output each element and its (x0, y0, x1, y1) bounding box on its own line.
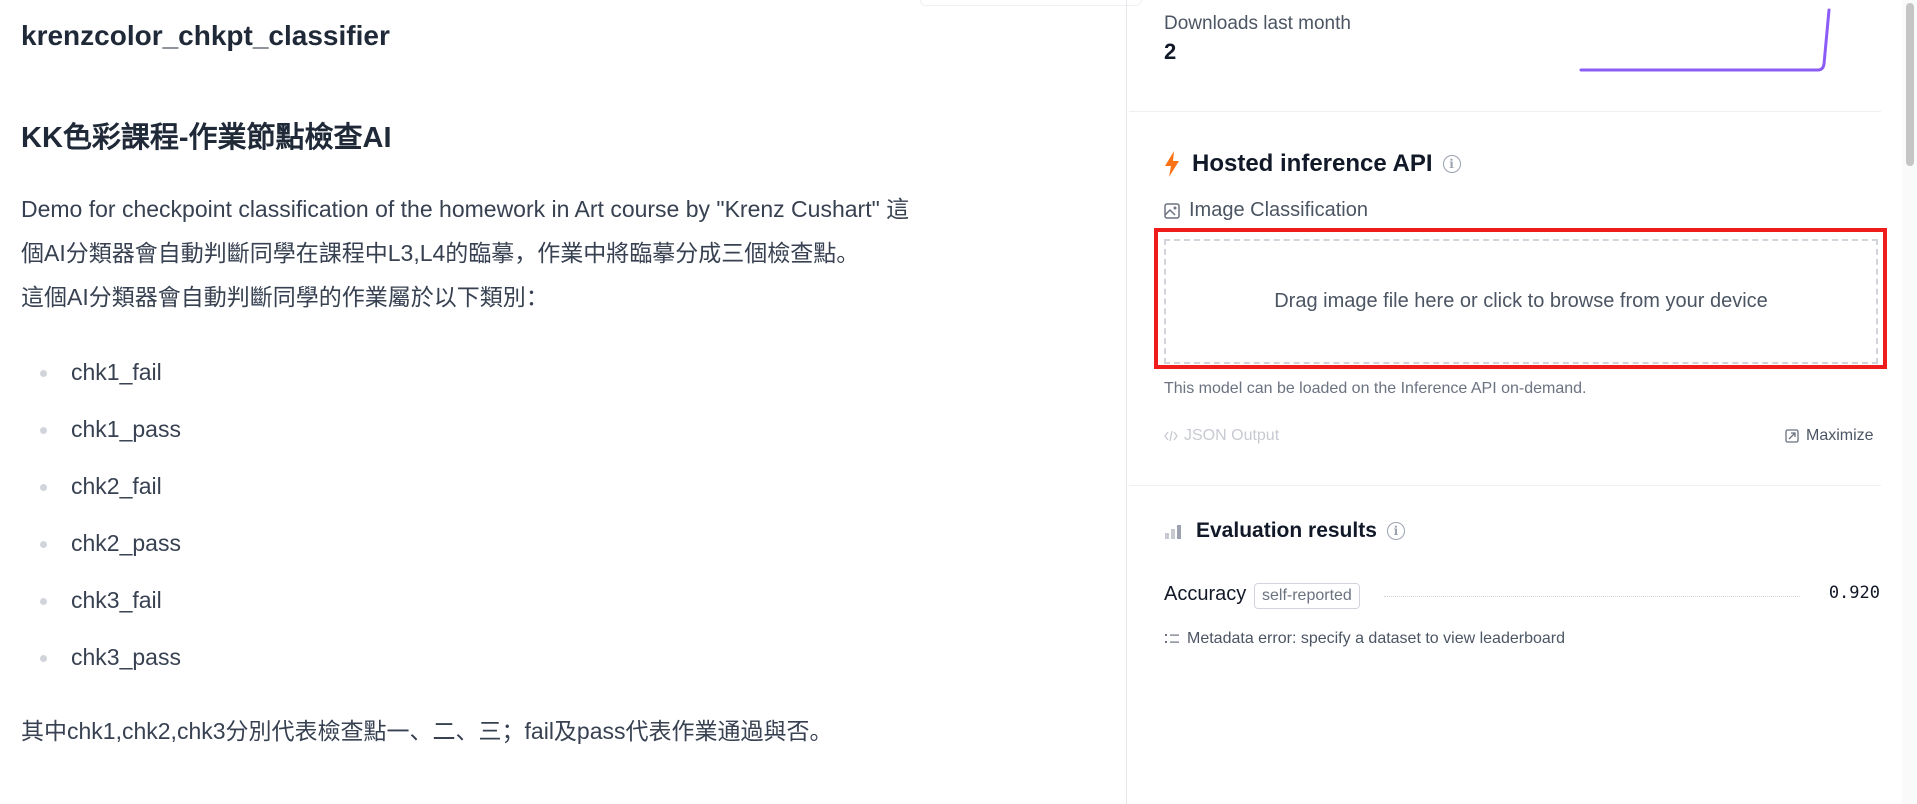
list-item: chk3_fail (0, 576, 181, 633)
bar-chart-icon (1165, 525, 1181, 539)
evaluation-header: Evaluation results i (1164, 519, 1405, 543)
json-output-label: JSON Output (1184, 427, 1280, 444)
description-line: 個AI分類器會自動判斷同學在課程中L3,L4的臨摹，作業中將臨摹分成三個檢查點。 (21, 240, 860, 266)
metric-name: Accuracy (1164, 583, 1247, 605)
image-classification-icon (1164, 202, 1180, 219)
self-reported-badge: self-reported (1254, 583, 1360, 609)
evaluation-title: Evaluation results (1196, 519, 1377, 542)
info-icon[interactable]: i (1386, 522, 1405, 540)
task-label: Image Classification (1189, 199, 1368, 221)
inference-title: Hosted inference API (1192, 150, 1433, 177)
metric-row: Accuracy self-reported 0.920 (1164, 583, 1880, 609)
class-label: chk3_fail (71, 587, 162, 613)
metric-value: 0.920 (1828, 583, 1880, 603)
model-card: krenzcolor_chkpt_classifier KK色彩課程-作業節點檢… (0, 0, 1126, 804)
top-panel-edge (920, 0, 1142, 6)
maximize-button[interactable]: Maximize (1785, 427, 1874, 445)
class-label: chk1_fail (71, 359, 162, 385)
bullet (40, 655, 47, 662)
readme-heading: KK色彩課程-作業節點檢查AI (21, 122, 392, 154)
dotted-leader (1384, 596, 1800, 597)
bullet (40, 427, 47, 434)
inference-note: This model can be loaded on the Inferenc… (1164, 380, 1587, 397)
bullet (40, 370, 47, 377)
description-line: Demo for checkpoint classification of th… (21, 196, 910, 222)
bullet (40, 598, 47, 605)
class-label: chk2_fail (71, 473, 162, 499)
class-label: chk2_pass (71, 530, 181, 556)
class-label: chk1_pass (71, 416, 181, 442)
class-label: chk3_pass (71, 644, 181, 670)
task-tag[interactable]: Image Classification (1164, 199, 1368, 222)
list-item: chk1_pass (0, 405, 181, 462)
info-icon[interactable]: i (1442, 155, 1461, 173)
json-output-button[interactable]: JSON Output (1164, 427, 1279, 445)
readme-footer: 其中chk1,chk2,chk3分別代表檢查點一、二、三；fail及pass代表… (21, 718, 833, 744)
readme-description: Demo for checkpoint classification of th… (21, 187, 1011, 319)
inference-header: Hosted inference API i (1162, 149, 1461, 179)
scrollbar-thumb[interactable] (1906, 3, 1914, 166)
divider (1129, 111, 1881, 112)
maximize-label: Maximize (1806, 427, 1874, 444)
downloads-count: 2 (1164, 39, 1177, 64)
divider (1129, 485, 1881, 486)
list-item: chk2_fail (0, 462, 181, 519)
maximize-icon (1785, 429, 1799, 443)
list-icon (1165, 634, 1179, 643)
description-line: 這個AI分類器會自動判斷同學的作業屬於以下類別： (21, 284, 549, 310)
metadata-error-text: Metadata error: specify a dataset to vie… (1187, 630, 1565, 647)
sidebar: Downloads last month 2 Hosted inference … (1126, 0, 1917, 804)
downloads-label: Downloads last month (1164, 13, 1351, 34)
code-icon (1164, 430, 1178, 442)
bullet (40, 484, 47, 491)
bullet (40, 541, 47, 548)
metadata-error: Metadata error: specify a dataset to vie… (1164, 630, 1565, 648)
lightning-icon (1165, 151, 1179, 177)
dropzone-text: Drag image file here or click to browse … (1274, 290, 1768, 312)
class-list: chk1_fail chk1_pass chk2_fail chk2_pass … (0, 348, 181, 690)
list-item: chk3_pass (0, 633, 181, 690)
downloads-sparkline (1579, 8, 1831, 72)
list-item: chk1_fail (0, 348, 181, 405)
list-item: chk2_pass (0, 519, 181, 576)
image-dropzone[interactable]: Drag image file here or click to browse … (1164, 239, 1878, 364)
model-title: krenzcolor_chkpt_classifier (21, 20, 390, 51)
